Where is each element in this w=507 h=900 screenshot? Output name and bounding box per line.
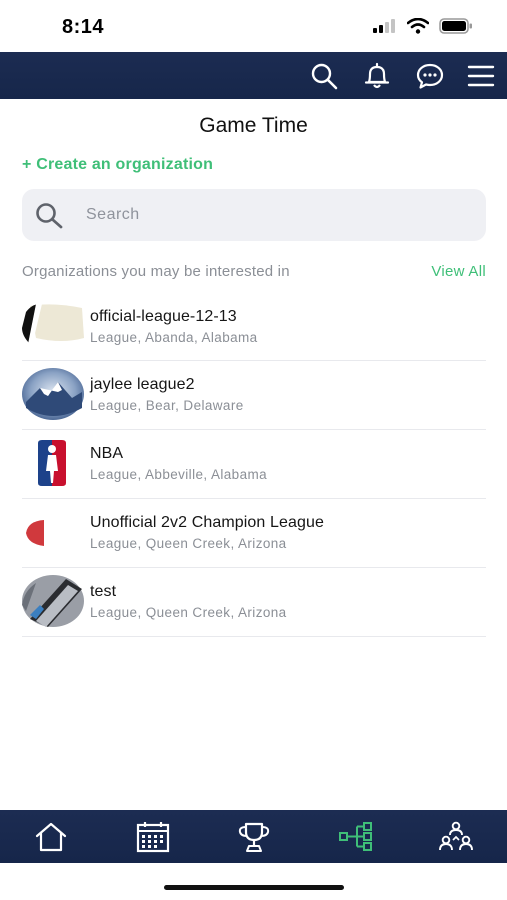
- search-bar[interactable]: [22, 189, 486, 241]
- home-indicator[interactable]: [164, 885, 344, 890]
- search-icon: [34, 201, 66, 234]
- view-all-link[interactable]: View All: [431, 263, 486, 280]
- search-input[interactable]: [86, 189, 466, 241]
- organization-avatar: [22, 437, 84, 489]
- calendar-icon[interactable]: [135, 820, 171, 854]
- bottom-tab-bar: [0, 810, 507, 863]
- organization-name: NBA: [90, 445, 124, 462]
- organization-location: League, Abbeville, Alabama: [90, 467, 268, 482]
- organization-item-unofficial-2v2[interactable]: Unofficial 2v2 Champion League League, Q…: [22, 499, 486, 568]
- organization-item-official-league[interactable]: official-league-12-13 League, Abanda, Al…: [22, 293, 486, 361]
- create-organization-link[interactable]: + Create an organization: [22, 156, 213, 174]
- organization-name: Unofficial 2v2 Champion League: [90, 514, 324, 531]
- search-icon[interactable]: [309, 62, 339, 90]
- signal-icon: [373, 19, 397, 38]
- organization-name: jaylee league2: [90, 376, 195, 393]
- status-icons: [373, 17, 473, 39]
- organization-tree-icon[interactable]: [338, 820, 374, 854]
- organization-avatar: [22, 368, 84, 420]
- home-icon[interactable]: [33, 820, 69, 854]
- page-title: Game Time: [199, 114, 308, 137]
- menu-icon[interactable]: [466, 62, 496, 90]
- organization-avatar: [22, 506, 84, 558]
- organization-location: League, Bear, Delaware: [90, 398, 244, 413]
- organization-location: League, Abanda, Alabama: [90, 330, 258, 345]
- organization-item-test[interactable]: test League, Queen Creek, Arizona: [22, 568, 486, 637]
- status-time: 8:14: [62, 16, 105, 38]
- bell-icon[interactable]: [362, 62, 392, 90]
- organization-item-jaylee-league2[interactable]: jaylee league2 League, Bear, Delaware: [22, 361, 486, 430]
- status-bar: 8:14: [0, 0, 507, 52]
- wifi-icon: [406, 17, 430, 39]
- organization-avatar: [22, 575, 84, 627]
- organization-avatar: [22, 300, 84, 352]
- organization-name: test: [90, 583, 117, 600]
- people-icon[interactable]: [438, 820, 474, 854]
- top-nav-bar: [0, 52, 507, 99]
- organization-location: League, Queen Creek, Arizona: [90, 605, 287, 620]
- organization-location: League, Queen Creek, Arizona: [90, 536, 287, 551]
- battery-icon: [439, 18, 473, 39]
- suggested-organizations-header: Organizations you may be interested in V…: [22, 263, 486, 283]
- organization-list: official-league-12-13 League, Abanda, Al…: [22, 293, 486, 637]
- chat-icon[interactable]: [415, 62, 445, 90]
- trophy-icon[interactable]: [236, 820, 272, 854]
- section-title: Organizations you may be interested in: [22, 263, 290, 280]
- organization-name: official-league-12-13: [90, 308, 237, 325]
- organization-item-nba[interactable]: NBA League, Abbeville, Alabama: [22, 430, 486, 499]
